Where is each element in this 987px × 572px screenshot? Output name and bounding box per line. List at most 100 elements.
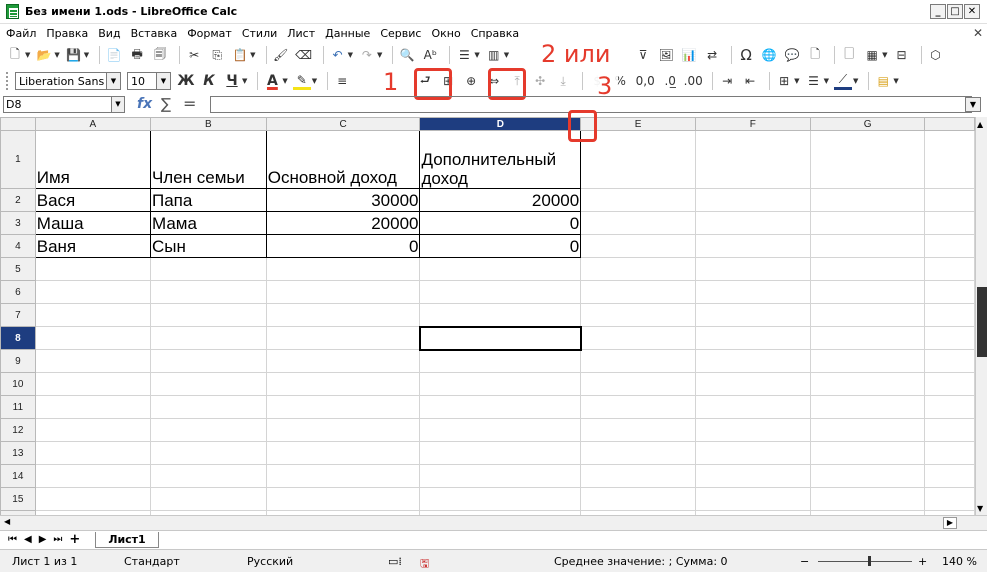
cell-c4[interactable]: 0 bbox=[265, 234, 421, 258]
row-icon[interactable]: ☰ bbox=[455, 46, 473, 64]
cell[interactable] bbox=[34, 418, 151, 442]
cell[interactable] bbox=[924, 349, 975, 373]
scroll-up-icon[interactable]: ▲ bbox=[977, 120, 983, 129]
cell[interactable] bbox=[580, 418, 696, 442]
prev-sheet-icon[interactable]: ◀ bbox=[24, 534, 32, 545]
cell[interactable] bbox=[265, 464, 421, 488]
column-icon[interactable]: ▥ bbox=[485, 46, 503, 64]
page-style[interactable]: Стандарт bbox=[124, 555, 180, 568]
chevron-down-icon[interactable]: ▼ bbox=[111, 97, 124, 112]
cell[interactable] bbox=[809, 280, 926, 304]
add-sheet-icon[interactable]: + bbox=[69, 532, 80, 547]
cell-d3[interactable]: 0 bbox=[419, 211, 582, 235]
cell[interactable] bbox=[809, 418, 926, 442]
cell-a4[interactable]: Ваня bbox=[34, 234, 151, 258]
cell[interactable] bbox=[924, 441, 975, 465]
align-center-v-icon[interactable]: ✣ bbox=[531, 72, 549, 90]
row-header[interactable]: 14 bbox=[0, 464, 36, 488]
cell[interactable] bbox=[694, 303, 811, 327]
column-header-f[interactable]: F bbox=[694, 117, 811, 131]
borders-icon[interactable]: ⊞ bbox=[775, 72, 793, 90]
cell-d8-active[interactable] bbox=[418, 325, 582, 351]
menu-help[interactable]: Справка bbox=[471, 27, 519, 40]
selection-mode-icon[interactable]: ▭⁞ bbox=[388, 555, 402, 568]
add-decimal-icon[interactable]: .0̲ bbox=[661, 72, 679, 90]
cell[interactable] bbox=[694, 234, 811, 258]
cell[interactable] bbox=[419, 303, 582, 327]
cell[interactable] bbox=[34, 303, 151, 327]
cell[interactable] bbox=[580, 326, 696, 350]
cell[interactable] bbox=[809, 130, 926, 189]
cell[interactable] bbox=[580, 349, 696, 373]
cell[interactable] bbox=[34, 326, 151, 350]
underline-button[interactable]: Ч bbox=[223, 72, 241, 90]
cell[interactable] bbox=[694, 130, 811, 189]
cell[interactable] bbox=[924, 130, 975, 189]
close-button[interactable]: ✕ bbox=[964, 4, 980, 19]
cell[interactable] bbox=[924, 188, 975, 212]
cell[interactable] bbox=[924, 280, 975, 304]
cell[interactable] bbox=[149, 280, 267, 304]
cell[interactable] bbox=[265, 326, 421, 350]
column-header-a[interactable]: A bbox=[34, 117, 151, 131]
cell[interactable] bbox=[694, 395, 811, 419]
cell[interactable] bbox=[809, 326, 926, 350]
cell[interactable] bbox=[924, 303, 975, 327]
cell-b1[interactable]: Член семьи bbox=[149, 130, 267, 189]
delete-decimal-icon[interactable]: .00 bbox=[684, 72, 703, 90]
row-header[interactable]: 1 bbox=[0, 130, 36, 189]
header-footer-icon[interactable]: 🗋 bbox=[806, 46, 824, 64]
cell[interactable] bbox=[419, 418, 582, 442]
zoom-slider-knob[interactable] bbox=[868, 556, 871, 566]
menu-edit[interactable]: Правка bbox=[46, 27, 88, 40]
row-header[interactable]: 15 bbox=[0, 487, 36, 511]
define-print-area-icon[interactable]: 🗌 bbox=[840, 46, 858, 64]
cell[interactable] bbox=[580, 130, 696, 189]
menu-format[interactable]: Формат bbox=[187, 27, 232, 40]
cell[interactable] bbox=[149, 349, 267, 373]
horizontal-scrollbar[interactable]: ◀ ▶ bbox=[0, 515, 987, 530]
font-name-combo[interactable]: Liberation Sans ▼ bbox=[15, 72, 121, 90]
export-pdf-icon[interactable]: 📄 bbox=[105, 46, 123, 64]
sheet-tab-1[interactable]: Лист1 bbox=[95, 531, 159, 548]
cell[interactable] bbox=[694, 487, 811, 511]
cell[interactable] bbox=[924, 464, 975, 488]
cell[interactable] bbox=[265, 487, 421, 511]
menu-sheet[interactable]: Лист bbox=[287, 27, 315, 40]
cell[interactable] bbox=[34, 487, 151, 511]
cell[interactable] bbox=[580, 257, 696, 281]
cell[interactable] bbox=[580, 234, 696, 258]
row-header[interactable]: 2 bbox=[0, 188, 36, 212]
font-size-combo[interactable]: 10 ▼ bbox=[127, 72, 171, 90]
cell[interactable] bbox=[580, 464, 696, 488]
menu-data[interactable]: Данные bbox=[325, 27, 370, 40]
cell[interactable] bbox=[809, 395, 926, 419]
clone-formatting-icon[interactable]: 🖌 bbox=[272, 46, 290, 64]
name-box[interactable]: D8 ▼ bbox=[3, 96, 125, 113]
cell[interactable] bbox=[809, 441, 926, 465]
row-header[interactable]: 4 bbox=[0, 234, 36, 258]
increase-indent-icon[interactable]: ⇥ bbox=[718, 72, 736, 90]
spelling-icon[interactable]: Aᵇ bbox=[421, 46, 439, 64]
cell[interactable] bbox=[419, 487, 582, 511]
cell[interactable] bbox=[34, 464, 151, 488]
bold-button[interactable]: Ж bbox=[177, 72, 195, 90]
split-window-icon[interactable]: ⊟ bbox=[893, 46, 911, 64]
cell[interactable] bbox=[34, 257, 151, 281]
conditional-format-icon[interactable]: ▤ bbox=[874, 72, 892, 90]
column-header-c[interactable]: C bbox=[265, 117, 421, 131]
column-header-d[interactable]: D bbox=[419, 117, 582, 131]
menu-file[interactable]: Файл bbox=[6, 27, 36, 40]
cell[interactable] bbox=[265, 418, 421, 442]
autofilter-icon[interactable]: ⊽ bbox=[634, 46, 652, 64]
merge-center-icon[interactable]: ⊕ bbox=[462, 72, 480, 90]
cell[interactable] bbox=[694, 188, 811, 212]
zoom-in-icon[interactable]: + bbox=[918, 555, 927, 568]
first-sheet-icon[interactable]: ⏮ bbox=[8, 534, 17, 545]
cell[interactable] bbox=[694, 464, 811, 488]
column-header-b[interactable]: B bbox=[149, 117, 267, 131]
cell-d4[interactable]: 0 bbox=[419, 234, 582, 258]
cell[interactable] bbox=[694, 441, 811, 465]
cell[interactable] bbox=[34, 395, 151, 419]
copy-icon[interactable]: ⎘ bbox=[208, 46, 226, 64]
